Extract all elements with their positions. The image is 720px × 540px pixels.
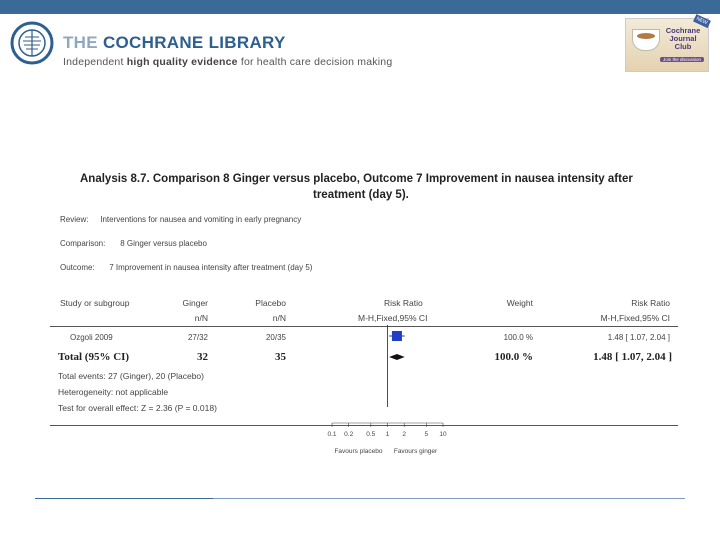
total-label: Total (95% CI) [58, 351, 130, 363]
footer-heterogeneity: Heterogeneity: not applicable [58, 387, 169, 397]
total-rr: 1.48 [ 1.07, 2.04 ] [593, 351, 672, 363]
col-rr-sub: M-H,Fixed,95% CI [358, 313, 428, 323]
row-rr: 1.48 [ 1.07, 2.04 ] [607, 333, 670, 342]
meta-key: Outcome: [60, 263, 95, 272]
meta-value: Interventions for nausea and vomiting in… [100, 215, 302, 224]
favours-left-label: Favours placebo [334, 448, 382, 455]
col-study: Study or subgroup [60, 298, 130, 308]
col-weight: Weight [506, 298, 533, 308]
x-tick-label: 0.2 [344, 431, 353, 438]
meta-comparison: Comparison: 8 Ginger versus placebo [60, 239, 207, 248]
col-rr: Risk Ratio [384, 298, 423, 308]
total-diamond [389, 354, 405, 360]
library-title-prefix: THE [63, 33, 98, 52]
analysis-title: Analysis 8.7. Comparison 8 Ginger versus… [80, 171, 680, 203]
meta-key: Comparison: [60, 239, 106, 248]
forest-plot: 0.1 0.2 0.5 1 2 5 10 Favours placebo Favours gin… [327, 325, 447, 455]
cochrane-logo-icon [10, 21, 54, 65]
library-title[interactable]: THE COCHRANE LIBRARY [63, 33, 286, 53]
journal-club-badge[interactable]: Cochrane Journal Club Join the discussio… [625, 14, 711, 72]
footer-rule-left [35, 498, 215, 499]
favours-right-label: Favours ginger [394, 448, 438, 455]
meta-value: 7 Improvement in nausea intensity after … [109, 263, 313, 272]
row-study: Ozgoli 2009 [70, 333, 113, 342]
x-tick-label: 2 [402, 431, 406, 438]
analysis-title-line1: Analysis 8.7. Comparison 8 Ginger versus… [80, 173, 633, 185]
coffee-cup-icon [632, 29, 660, 51]
journal-club-text: Cochrane Journal Club [662, 27, 704, 51]
row-ginger: 27/32 [187, 333, 208, 342]
study-marker [391, 331, 402, 341]
jc-subtitle: Join the discussion [660, 57, 704, 62]
meta-review: Review: Interventions for nausea and vom… [60, 215, 301, 224]
top-bar [0, 0, 720, 14]
footer-events: Total events: 27 (Ginger), 20 (Placebo) [58, 371, 204, 381]
footer-rule-right [213, 498, 685, 499]
col-ginger: Ginger [182, 298, 208, 308]
col-ginger-sub: n/N [194, 313, 208, 323]
meta-key: Review: [60, 215, 89, 224]
total-placebo: 35 [275, 351, 286, 363]
total-weight: 100.0 % [494, 351, 534, 363]
jc-line3: Club [674, 42, 692, 51]
row-placebo: 20/35 [265, 333, 286, 342]
total-ginger: 32 [197, 351, 208, 363]
row-weight: 100.0 % [503, 333, 533, 342]
x-tick-label: 5 [424, 431, 428, 438]
tagline-part-2: high quality evidence [126, 56, 238, 68]
tagline-part-1: Independent [63, 56, 124, 68]
tagline: Independent high quality evidence for he… [63, 56, 392, 68]
library-title-name: COCHRANE LIBRARY [102, 33, 286, 52]
meta-value: 8 Ginger versus placebo [120, 239, 207, 248]
col-rr2: Risk Ratio [631, 298, 670, 308]
col-placebo: Placebo [255, 298, 286, 308]
col-placebo-sub: n/N [272, 313, 286, 323]
analysis-title-line2: treatment (day 5). [313, 189, 409, 201]
footer-overall-effect: Test for overall effect: Z = 2.36 (P = 0… [58, 403, 217, 413]
x-tick-label: 0.1 [327, 431, 336, 438]
col-rr2-sub: M-H,Fixed,95% CI [600, 313, 670, 323]
x-tick-label: 10 [439, 431, 447, 438]
x-tick-label: 1 [386, 431, 390, 438]
x-tick-label: 0.5 [366, 431, 375, 438]
meta-outcome: Outcome: 7 Improvement in nausea intensi… [60, 263, 312, 272]
tagline-part-3: for health care decision making [240, 56, 393, 68]
